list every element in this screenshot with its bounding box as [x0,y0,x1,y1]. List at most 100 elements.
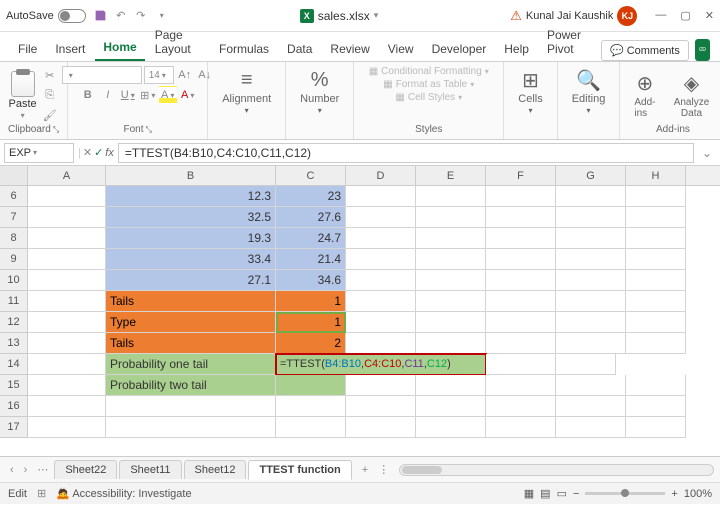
editing-button[interactable]: 🔍 Editing ▾ [566,66,612,117]
cell[interactable]: 32.5 [106,207,276,228]
cell[interactable] [346,270,416,291]
cell[interactable] [556,354,616,375]
cell[interactable] [416,207,486,228]
cell[interactable] [416,333,486,354]
view-break-icon[interactable]: ▭ [557,487,567,500]
fx-icon[interactable]: fx [105,147,114,159]
sheet-tab[interactable]: Sheet22 [54,460,117,479]
toggle-switch-icon[interactable] [58,9,86,23]
active-cell[interactable]: =TTEST(B4:B10,C4:C10,C11,C12) [276,354,486,375]
cell[interactable] [28,291,106,312]
cell[interactable] [556,249,626,270]
filename-dropdown-icon[interactable]: ▾ [374,10,379,21]
cell[interactable] [276,417,346,438]
cell[interactable] [556,312,626,333]
cell[interactable] [626,333,686,354]
row-header[interactable]: 13 [0,333,28,354]
row-header[interactable]: 6 [0,186,28,207]
cell[interactable] [486,354,556,375]
cell[interactable]: Tails [106,333,276,354]
cell[interactable]: 1 [276,312,346,333]
cell[interactable] [28,228,106,249]
view-normal-icon[interactable]: ▦ [524,487,534,500]
row-header[interactable]: 8 [0,228,28,249]
cell[interactable] [626,312,686,333]
cell[interactable] [556,291,626,312]
name-box[interactable]: EXP [4,143,74,163]
tab-page-layout[interactable]: Page Layout [147,23,209,61]
spreadsheet-grid[interactable]: A B C D E F G H 612.323 732.527.6 819.32… [0,166,720,456]
zoom-slider[interactable] [585,492,665,495]
copy-icon[interactable]: ⎘ [41,86,59,104]
underline-button[interactable]: U [119,86,137,104]
cell[interactable] [276,396,346,417]
close-icon[interactable]: ✕ [705,9,714,22]
cell[interactable]: 34.6 [276,270,346,291]
view-page-icon[interactable]: ▤ [540,487,550,500]
cell[interactable] [346,249,416,270]
minimize-icon[interactable]: — [655,9,666,22]
bold-button[interactable]: B [79,86,97,104]
sheet-nav-prev-icon[interactable]: ‹ [6,464,18,476]
save-icon[interactable] [94,9,108,23]
row-header[interactable]: 11 [0,291,28,312]
cell[interactable] [346,396,416,417]
zoom-in-icon[interactable]: + [671,488,677,500]
cell[interactable] [626,291,686,312]
cell[interactable] [626,249,686,270]
cell[interactable] [416,228,486,249]
cell[interactable]: 24.7 [276,228,346,249]
cell[interactable] [28,417,106,438]
cell[interactable] [626,375,686,396]
cell[interactable]: 27.1 [106,270,276,291]
cell[interactable] [346,207,416,228]
col-header-D[interactable]: D [346,166,416,185]
cell[interactable] [626,207,686,228]
cell[interactable] [416,312,486,333]
row-header[interactable]: 15 [0,375,28,396]
format-as-table-button[interactable]: ▦Format as Table▾ [383,79,474,90]
tab-developer[interactable]: Developer [424,37,495,61]
cell[interactable]: 23 [276,186,346,207]
row-header[interactable]: 16 [0,396,28,417]
cell[interactable] [486,228,556,249]
cell[interactable]: 19.3 [106,228,276,249]
dialog-launcher-icon[interactable]: ⤡ [146,125,152,135]
share-button[interactable]: ⮹ [695,39,710,61]
cell[interactable] [486,270,556,291]
increase-font-icon[interactable]: A↑ [176,66,194,84]
cell[interactable] [626,417,686,438]
cell[interactable]: 33.4 [106,249,276,270]
cell[interactable] [556,270,626,291]
cell[interactable] [346,417,416,438]
cell[interactable] [626,396,686,417]
cell[interactable] [486,291,556,312]
undo-icon[interactable]: ↶ [114,9,128,23]
sheet-options-icon[interactable]: ⋮ [378,463,389,476]
row-header[interactable]: 9 [0,249,28,270]
autosave-toggle[interactable]: AutoSave [6,9,86,23]
col-header-F[interactable]: F [486,166,556,185]
cell[interactable] [346,186,416,207]
cell[interactable] [556,207,626,228]
row-header[interactable]: 7 [0,207,28,228]
row-header[interactable]: 10 [0,270,28,291]
add-sheet-icon[interactable]: + [354,464,376,476]
cell[interactable] [28,249,106,270]
accessibility-status[interactable]: 🙇 Accessibility: Investigate [56,487,191,500]
formula-bar[interactable]: =TTEST(B4:B10,C4:C10,C11,C12) [118,143,694,163]
cancel-formula-icon[interactable]: ✕ [83,146,92,159]
dialog-launcher-icon[interactable]: ⤡ [53,125,59,135]
sheet-tab[interactable]: Sheet11 [119,460,181,479]
cell[interactable]: Probability one tail [106,354,276,375]
sheet-nav-more-icon[interactable]: ⋯ [33,463,52,476]
enter-formula-icon[interactable]: ✓ [94,146,103,159]
horizontal-scrollbar[interactable] [399,464,714,476]
cell[interactable]: Tails [106,291,276,312]
stats-icon[interactable]: ⊞ [37,487,46,500]
zoom-level[interactable]: 100% [684,488,712,500]
cell[interactable] [626,186,686,207]
comments-button[interactable]: 💬 Comments [601,40,689,61]
cell[interactable] [486,375,556,396]
col-header-H[interactable]: H [626,166,686,185]
